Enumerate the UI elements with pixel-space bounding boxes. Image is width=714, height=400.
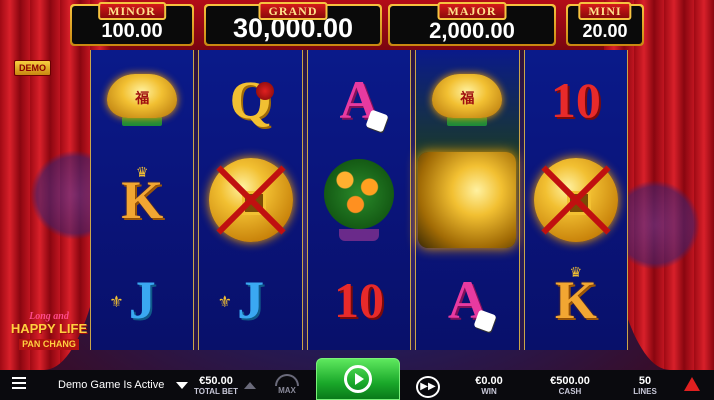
game-logo: Long and HAPPY LIFE PAN CHANG — [8, 312, 90, 362]
reel-4: A — [415, 50, 520, 350]
a-symbol: A — [310, 52, 408, 148]
logo-line2: HAPPY LIFE — [10, 321, 88, 336]
demo-badge: DEMO — [14, 60, 51, 76]
bet-increase-button[interactable] — [244, 382, 256, 389]
q-symbol: Q — [202, 52, 300, 148]
j-symbol: ⚜ J — [93, 252, 191, 348]
jackpot-minor: MINOR 100.00 — [70, 2, 194, 46]
dragon-wild-symbol — [418, 152, 517, 248]
crown-icon: ♛ — [569, 264, 583, 280]
golden-dragon-icon — [418, 152, 517, 248]
hamburger-menu-icon[interactable] — [12, 377, 26, 389]
orange-tree-icon — [324, 159, 395, 229]
ten-numeral: 10 — [550, 72, 601, 128]
jackpot-mini-value: 20.00 — [582, 21, 628, 41]
lines-value: 50 — [638, 375, 652, 387]
gold-ingot-symbol — [418, 52, 516, 148]
lines-label: LINES — [633, 387, 657, 396]
max-label: MAX — [278, 386, 296, 395]
j-symbol: ⚜ J — [202, 252, 300, 348]
reel-1: ♛ K ⚜ J — [90, 50, 195, 350]
jackpot-major: MAJOR 2,000.00 — [388, 2, 556, 46]
reel-3: A 10 — [306, 50, 412, 350]
lines-display: 50 LINES — [630, 375, 660, 396]
lucky-coin-symbol — [527, 152, 625, 248]
fast-forward-icon: ▶▶ — [420, 381, 436, 392]
jackpot-major-value: 2,000.00 — [429, 18, 515, 43]
jackpot-grand-label: GRAND — [258, 2, 328, 20]
lucky-coin-icon — [533, 158, 618, 242]
a-symbol: A — [418, 252, 516, 348]
jackpot-minor-label: MINOR — [98, 2, 166, 20]
k-letter: K — [554, 270, 597, 330]
k-letter: K — [121, 170, 164, 230]
lucky-coin-icon — [208, 158, 293, 242]
k-symbol: ♛ K — [527, 252, 625, 348]
fleur-de-lis-icon: ⚜ — [217, 294, 232, 311]
gauge-icon — [275, 374, 299, 386]
ten-numeral: 10 — [334, 272, 385, 328]
gold-ingot-icon — [432, 74, 503, 118]
lucky-coin-symbol — [202, 152, 300, 248]
win-display: €0.00 WIN — [466, 375, 512, 396]
bet-control: €50.00 TOTAL BET — [176, 375, 256, 396]
cash-display: €500.00 CASH — [542, 375, 598, 396]
ten-symbol: 10 — [310, 252, 408, 348]
game-stage: MINOR 100.00 GRAND 30,000.00 MAJOR 2,000… — [0, 0, 714, 370]
reel-2: Q ⚜ J — [198, 50, 303, 350]
bet-decrease-button[interactable] — [176, 382, 188, 389]
gold-ingot-icon — [107, 74, 178, 118]
pot-icon — [339, 229, 380, 241]
jackpot-major-label: MAJOR — [437, 2, 507, 20]
win-value: €0.00 — [475, 375, 503, 387]
max-bet-button[interactable]: MAX — [272, 374, 302, 395]
jackpot-minor-value: 100.00 — [101, 20, 163, 42]
rose-icon — [255, 82, 274, 100]
autoplay-button[interactable]: ▶▶ — [416, 376, 440, 398]
j-letter: J — [128, 270, 156, 330]
gold-ingot-symbol — [93, 52, 191, 148]
jackpot-mini: MINI 20.00 — [566, 2, 644, 46]
jackpot-grand: GRAND 30,000.00 — [204, 2, 382, 46]
reel-grid: ♛ K ⚜ J Q ⚜ J A — [90, 50, 629, 350]
provider-logo-icon — [684, 377, 700, 391]
j-letter: J — [237, 270, 265, 330]
win-label: WIN — [481, 387, 497, 396]
cash-value: €500.00 — [550, 375, 590, 387]
demo-status-text: Demo Game Is Active — [58, 379, 165, 391]
jackpot-mini-label: MINI — [578, 2, 632, 20]
total-bet-label: TOTAL BET — [194, 387, 238, 396]
crown-icon: ♛ — [135, 164, 149, 180]
reel-5: 10 ♛ K — [523, 50, 629, 350]
spin-icon — [344, 365, 372, 393]
spin-button[interactable] — [316, 358, 400, 400]
k-symbol: ♛ K — [93, 152, 191, 248]
fleur-de-lis-icon: ⚜ — [109, 294, 124, 311]
ten-symbol: 10 — [527, 52, 625, 148]
logo-line3: PAN CHANG — [19, 339, 79, 350]
orange-tree-symbol — [310, 152, 408, 248]
cash-label: CASH — [558, 387, 582, 396]
total-bet-value: €50.00 — [199, 375, 233, 387]
